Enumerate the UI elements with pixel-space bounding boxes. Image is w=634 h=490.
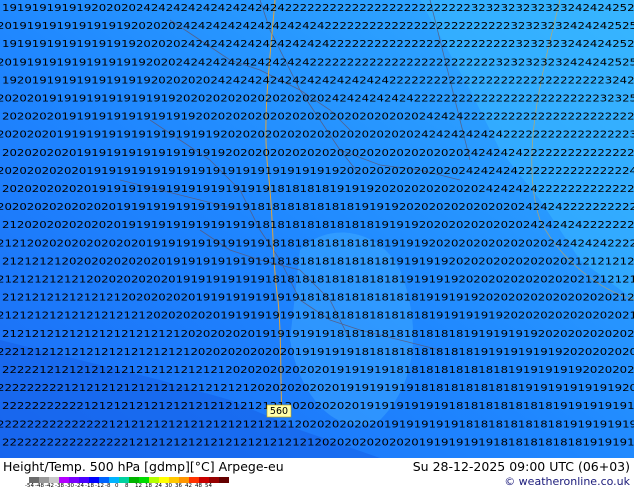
scale-tick-label: -18: [85, 483, 94, 489]
scale-tick-label: 54: [205, 483, 212, 489]
contour-label-560: 560: [266, 404, 292, 418]
scale-tick-label: 24: [155, 483, 162, 489]
svg-text:560: 560: [270, 406, 288, 417]
scale-tick-label: -48: [35, 483, 44, 489]
temperature-label-row: 2121212121212121202020202019191919191919…: [2, 293, 634, 304]
temperature-label-row: 2019191919191919191920202424242424242424…: [0, 57, 634, 68]
temperature-map: 1919191919192020202424242424242424242422…: [0, 0, 634, 458]
scale-tick-label: -38: [55, 483, 64, 489]
temperature-label-row: 2121212120202020202020191919191919191818…: [2, 256, 634, 267]
temperature-label-row: 2020202020201919191919191919191919191818…: [2, 184, 634, 195]
temperature-label-row: 2020202019191919191919191919192020202020…: [0, 130, 634, 141]
scale-tick-label: 42: [185, 483, 192, 489]
temperature-label-row: 1919191919191919192020202424242424242424…: [2, 39, 634, 50]
temperature-label-row: 2020202020201919191919191919191919191919…: [0, 166, 634, 177]
scale-tick-label: -42: [45, 483, 54, 489]
scale-tick-label: 12: [135, 483, 142, 489]
scale-swatch: [219, 477, 229, 483]
temperature-label-row: 2222222222222222212121212121212121212121…: [2, 437, 634, 448]
temperature-label-row: 2121212121212020202020201919191919191818…: [0, 275, 634, 286]
temperature-label-row: 2019191919191919192020202424242424242424…: [0, 21, 634, 32]
scale-tick-label: -54: [25, 483, 34, 489]
site-credit[interactable]: © weatheronline.co.uk: [504, 475, 630, 488]
scale-tick-label: 0: [115, 483, 119, 489]
temperature-label-row: 2020202020202020191919191919191919181818…: [0, 202, 634, 213]
temperature-label-row: 2020202019191919191919191920202020202020…: [2, 112, 634, 123]
temperature-label-row: 2222222222222221212121212121212121212121…: [0, 419, 634, 430]
valid-time: Su 28-12-2025 09:00 UTC (06+03): [412, 459, 630, 474]
temperature-label-row: 1919191919192020202424242424242424242422…: [2, 3, 634, 14]
temperature-label-row: 2222222221212121212121212121212121202020…: [0, 383, 634, 394]
scale-tick-label: 48: [195, 483, 202, 489]
temperature-label-row: 2121202020202020202019191919191919191818…: [0, 238, 634, 249]
temperature-label-row: 2121212121212121212121212020202020191919…: [2, 329, 634, 340]
temperature-label-row: 2121212121212121212120202020201919191919…: [0, 311, 634, 322]
scale-tick-label: -24: [75, 483, 84, 489]
scale-tick-label: 8: [125, 483, 129, 489]
scale-tick-label: 36: [175, 483, 182, 489]
scale-tick-label: -12: [95, 483, 104, 489]
temperature-label-row: 2020202020191919191919191919192020202020…: [2, 148, 634, 159]
scale-tick-label: 18: [145, 483, 152, 489]
map-title: Height/Temp. 500 hPa [gdmp][°C] Arpege-e…: [3, 459, 284, 474]
scale-tick-label: -8: [105, 483, 111, 489]
temperature-label-row: 2120202020202020191919191919191919181818…: [2, 220, 634, 231]
temperature-label-row: 2020201919191919191919192020202020202020…: [0, 94, 634, 105]
temperature-label-row: 1920191919191919191920202020242424242424…: [2, 75, 634, 86]
temperature-label-row: 2222212121212121212121212121212020202020…: [2, 365, 634, 376]
temperature-label-row: 2221212121212121212121212120202020202020…: [0, 347, 634, 358]
footer-bar: Height/Temp. 500 hPa [gdmp][°C] Arpege-e…: [0, 458, 634, 490]
temperature-label-row: 2222222222212121212121212121212121212120…: [2, 401, 634, 412]
scale-tick-label: 30: [165, 483, 172, 489]
scale-tick-label: -30: [65, 483, 74, 489]
